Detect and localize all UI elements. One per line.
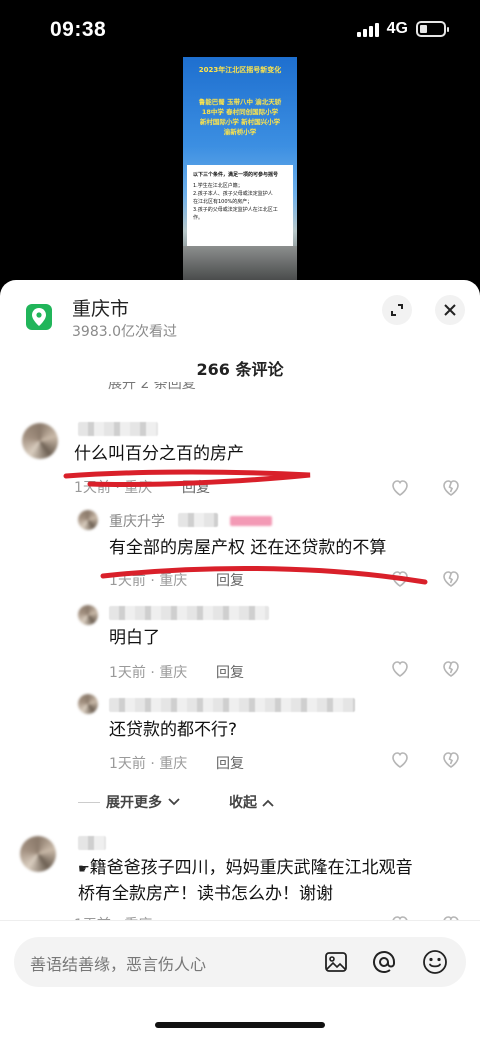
comment-text: 有全部的房屋产权 还在还贷款的不算 [109,538,387,558]
dislike-broken-heart-icon[interactable] [441,569,461,589]
username-blurred[interactable] [78,422,158,436]
avatar[interactable] [78,605,98,625]
comment-text: 明白了 [109,628,160,648]
video-condition-box: 以下三个条件，满足一项的可参与摇号 1.学生在江北区户籍； 2.孩子本人、孩子父… [187,165,293,255]
comment-input-placeholder: 善语结善缘，恶言伤人心 [30,955,207,974]
mention-at-icon[interactable] [372,950,396,974]
reply-button[interactable]: 回复 [182,477,210,497]
dislike-broken-heart-icon[interactable] [441,478,461,498]
video-title: 2023年江北区摇号新变化 [198,66,282,74]
dislike-broken-heart-icon[interactable] [441,659,461,679]
location-views: 3983.0亿次看过 [72,324,177,340]
video-road-image [183,246,297,280]
expand-more-button[interactable]: 展开更多 [78,792,180,812]
avatar[interactable] [78,694,98,714]
home-indicator[interactable] [155,1022,325,1028]
comment-input-bar: 善语结善缘，恶言伤人心 [0,920,480,1038]
status-icons: 4G [356,20,449,38]
collapse-button[interactable]: 收起 [229,792,274,812]
clipped-expand-replies[interactable]: 展开 2 条回复 [108,382,308,394]
comment-meta: 1天前 · 重庆 [109,573,188,589]
cellular-signal-icon [356,21,379,37]
location-title[interactable]: 重庆市 [72,294,129,321]
status-bar: 09:38 4G [0,0,480,56]
reply-button[interactable]: 回复 [216,753,244,773]
location-pin-icon[interactable] [26,304,52,330]
reply-button[interactable]: 回复 [216,662,244,682]
reply-username[interactable]: 重庆升学 [109,511,165,531]
close-button[interactable] [435,295,465,325]
small-icon: ☛ [78,862,90,877]
like-heart-icon[interactable] [390,659,410,679]
comment-meta: 1天前 · 重庆 [74,480,153,496]
video-preview[interactable]: 2023年江北区摇号新变化 鲁能巴蜀 玉带八中 渝北天骄 18中学 春村同创国际… [183,57,297,280]
emoji-icon[interactable] [422,949,448,975]
chevron-down-icon [168,798,180,806]
video-school-list: 鲁能巴蜀 玉带八中 渝北天骄 18中学 春村同创国际小学 新村国际小学 新村国兴… [198,98,282,136]
status-time: 09:38 [50,18,107,41]
username-blurred[interactable] [109,698,355,712]
battery-icon [416,21,449,37]
like-heart-icon[interactable] [390,750,410,770]
comment-text: 什么叫百分之百的房产 [74,444,244,464]
avatar[interactable] [20,836,56,872]
comment-count: 266 条评论 [196,360,284,379]
network-type: 4G [386,20,408,37]
username-blurred[interactable] [109,606,269,620]
username-blurred[interactable] [78,836,106,850]
like-heart-icon[interactable] [390,478,410,498]
dislike-broken-heart-icon[interactable] [441,750,461,770]
reply-button[interactable]: 回复 [216,570,244,590]
chevron-up-icon [262,799,274,807]
comment-meta: 1天前 · 重庆 [109,756,188,772]
avatar[interactable] [78,510,98,530]
expand-icon [391,304,403,316]
comment-text-line2: 桥有全款房产！读书怎么办！谢谢 [78,884,333,904]
like-heart-icon[interactable] [390,569,410,589]
expand-fullscreen-button[interactable] [382,295,412,325]
user-badge [230,516,272,526]
close-icon [444,304,456,316]
image-picker-icon[interactable] [324,950,348,974]
comment-text: 还贷款的都不行? [109,720,238,740]
username-blurred [178,513,218,527]
comment-sheet: 重庆市 3983.0亿次看过 266 条评论 展开 2 条回复 什么叫百分之百的… [0,280,480,1038]
comment-input[interactable]: 善语结善缘，恶言伤人心 [14,937,466,987]
avatar[interactable] [22,423,58,459]
comment-text-line1: ☛籍爸爸孩子四川，妈妈重庆武隆在江北观音 [78,858,413,878]
comment-meta: 1天前 · 重庆 [109,665,188,681]
